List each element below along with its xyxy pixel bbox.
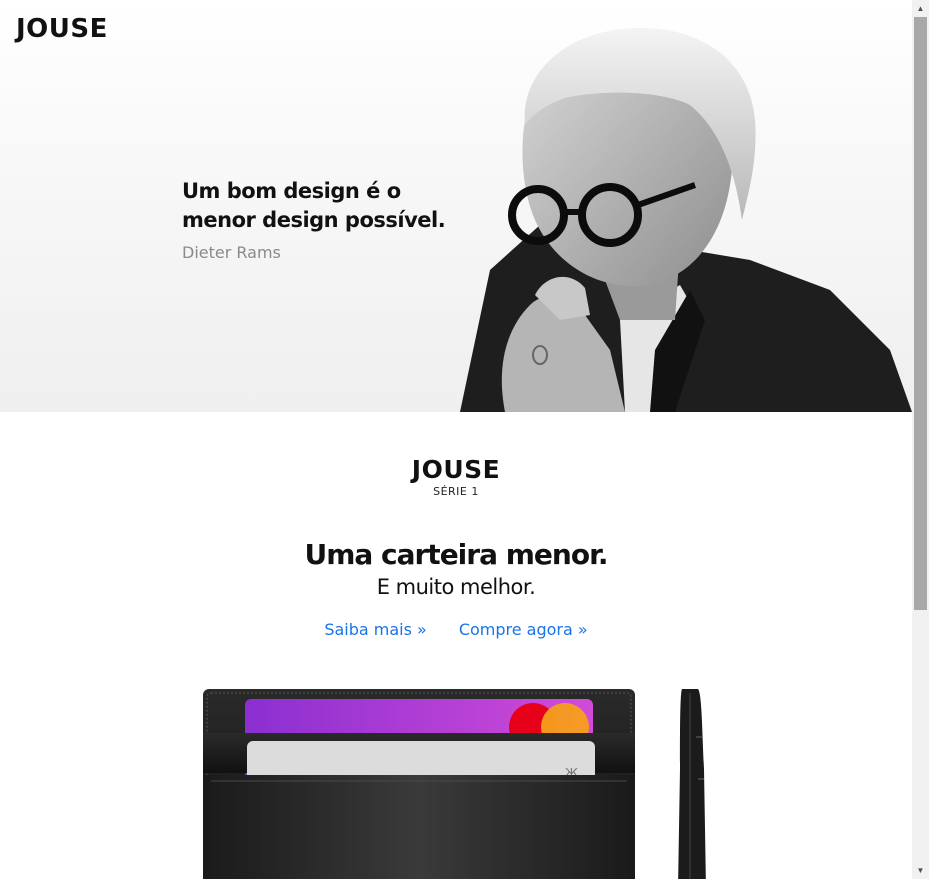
product-series: SÉRIE 1: [433, 485, 479, 498]
product-logo: JOUSE: [411, 455, 501, 484]
wallet-image: Ж: [203, 689, 635, 879]
quote-author: Dieter Rams: [182, 243, 281, 262]
scroll-thumb[interactable]: [914, 17, 927, 610]
portrait-image: [460, 27, 912, 412]
scroll-down-arrow-icon[interactable]: ▼: [912, 862, 929, 879]
learn-more-link[interactable]: Saiba mais »: [324, 620, 427, 639]
brand-logo[interactable]: JOUSE: [16, 14, 108, 44]
quote-line-2: menor design possível.: [182, 208, 446, 232]
buy-now-link[interactable]: Compre agora »: [459, 620, 588, 639]
hero-banner: JOUSE Um bom design é o menor design pos…: [0, 0, 912, 412]
product-headline: Uma carteira menor.: [304, 538, 608, 571]
quote-line-1: Um bom design é o: [182, 179, 401, 203]
product-subline: E muito melhor.: [376, 575, 536, 599]
page: JOUSE Um bom design é o menor design pos…: [0, 0, 912, 879]
hero-quote: Um bom design é o menor design possível.: [182, 177, 462, 235]
product-links: Saiba mais » Compre agora »: [0, 620, 912, 639]
scroll-up-arrow-icon[interactable]: ▲: [912, 0, 929, 17]
vertical-scrollbar[interactable]: ▲ ▼: [912, 0, 929, 879]
wallet-side-image: [678, 689, 706, 879]
